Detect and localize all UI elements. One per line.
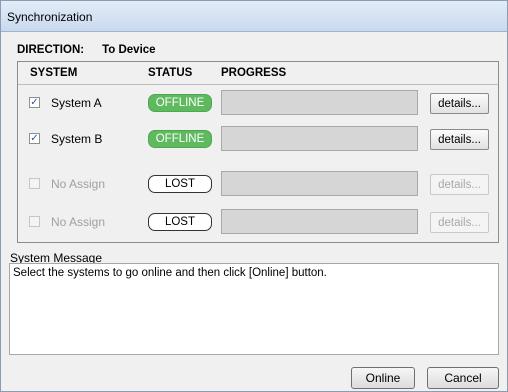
progress-bar [221, 209, 418, 234]
system-message-box: Select the systems to go online and then… [9, 263, 499, 355]
table-header: SYSTEM STATUS PROGRESS [18, 62, 498, 85]
progress-bar [221, 171, 418, 196]
synchronization-dialog: Synchronization DIRECTION: To Device SYST… [0, 0, 508, 392]
status-badge: LOST [148, 175, 212, 193]
direction-value: To Device [102, 44, 156, 56]
system-name: System B [51, 132, 103, 146]
details-button: details... [430, 212, 489, 233]
systems-panel: SYSTEM STATUS PROGRESS ✓ System A OFFLIN… [17, 61, 499, 243]
cancel-button[interactable]: Cancel [427, 367, 499, 389]
column-header-status: STATUS [148, 67, 193, 79]
column-header-system: SYSTEM [30, 67, 78, 79]
details-button[interactable]: details... [430, 129, 489, 150]
online-button[interactable]: Online [351, 367, 415, 389]
system-message-text: Select the systems to go online and then… [13, 267, 327, 279]
system-name: System A [51, 96, 102, 110]
system-name: No Assign [51, 215, 106, 229]
progress-bar [221, 90, 418, 115]
direction-row: DIRECTION: To Device [17, 44, 156, 56]
system-row: No Assign LOST details... [18, 166, 498, 202]
progress-bar [221, 126, 418, 151]
direction-label: DIRECTION: [17, 44, 85, 56]
system-row: ✓ System A OFFLINE details... [18, 85, 498, 121]
status-badge: OFFLINE [148, 130, 212, 148]
system-checkbox [29, 216, 40, 227]
system-name: No Assign [51, 177, 106, 191]
status-badge: LOST [148, 213, 212, 231]
details-button[interactable]: details... [430, 93, 489, 114]
details-button: details... [430, 174, 489, 195]
column-header-progress: PROGRESS [221, 67, 287, 79]
system-row: ✓ System B OFFLINE details... [18, 121, 498, 157]
system-row: No Assign LOST details... [18, 204, 498, 240]
system-checkbox[interactable]: ✓ [29, 133, 40, 144]
window-title: Synchronization [7, 10, 93, 24]
status-badge: OFFLINE [148, 94, 212, 112]
system-checkbox[interactable]: ✓ [29, 97, 40, 108]
title-bar[interactable]: Synchronization [1, 1, 507, 32]
system-checkbox [29, 178, 40, 189]
